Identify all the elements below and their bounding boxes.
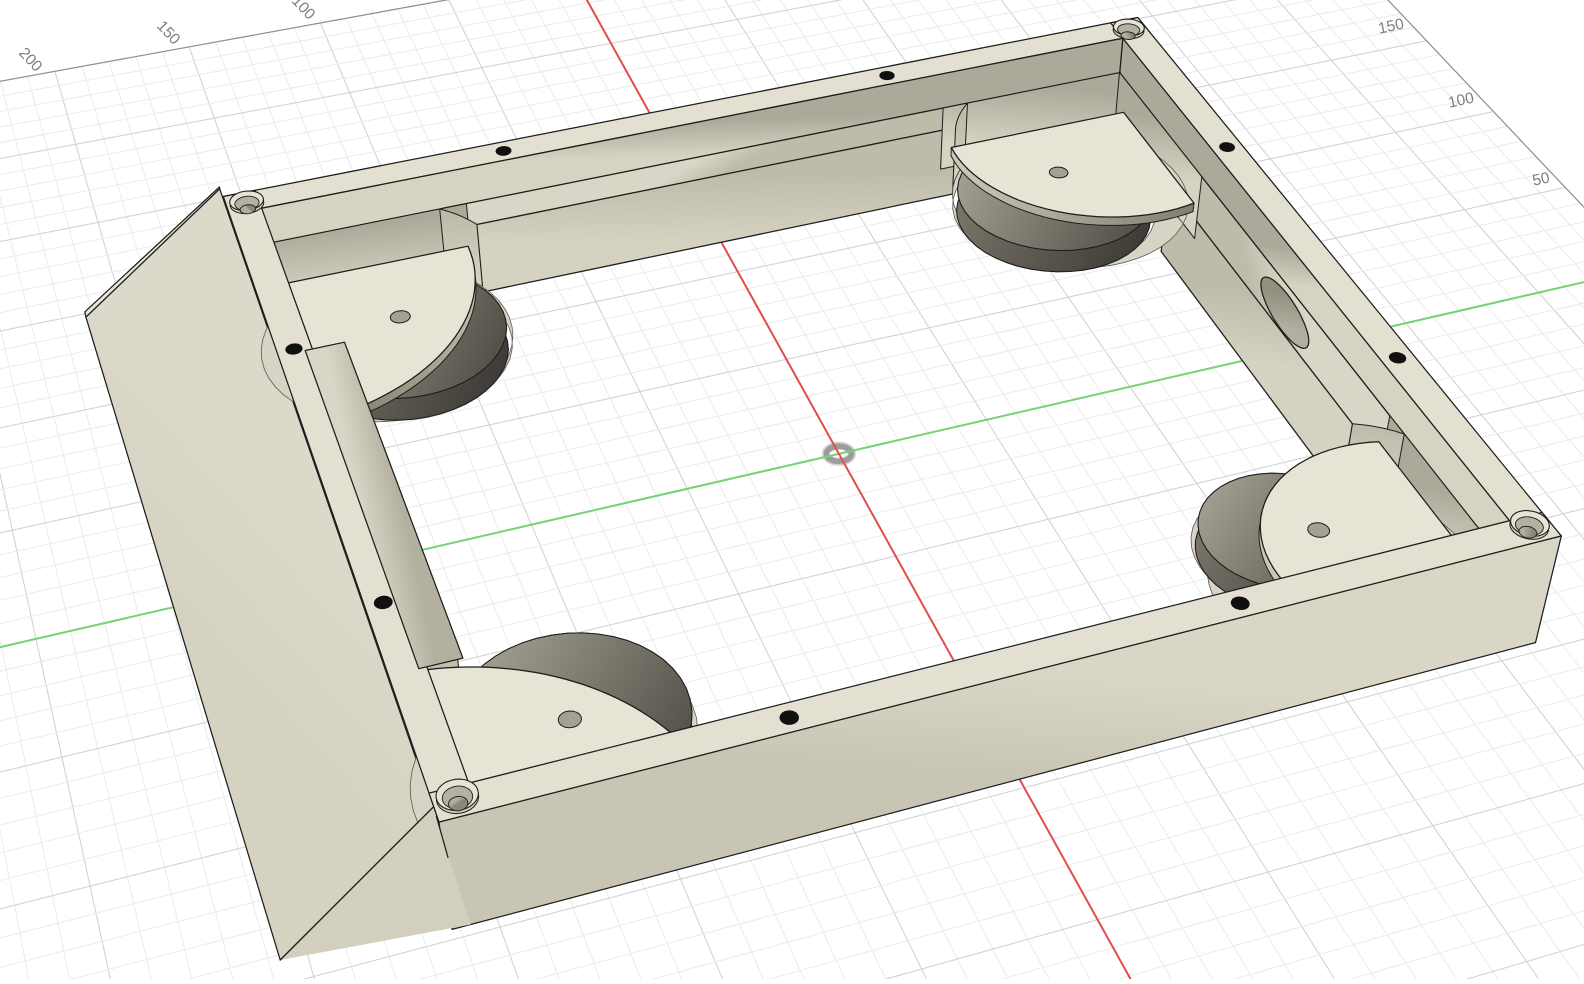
svg-text:100: 100 [288,0,318,23]
svg-text:150: 150 [1377,16,1406,38]
svg-text:100: 100 [1447,90,1476,112]
svg-text:200: 200 [15,45,45,76]
svg-text:150: 150 [153,18,183,49]
